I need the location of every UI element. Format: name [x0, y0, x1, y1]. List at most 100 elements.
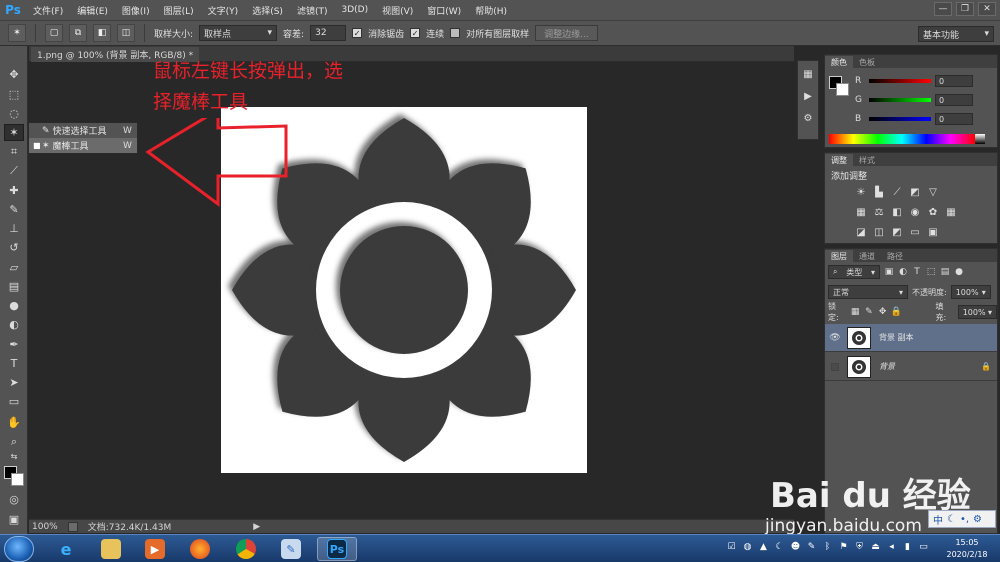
contiguous-checkbox[interactable]: ✓ — [410, 28, 421, 38]
path-selection-tool-icon[interactable]: ➤ — [4, 374, 24, 391]
red-value-input[interactable]: 0 — [935, 75, 973, 87]
menu-help[interactable]: 帮助(H) — [468, 4, 514, 17]
lock-position-icon[interactable]: ✥ — [878, 306, 888, 318]
curves-icon[interactable]: ⟋ — [891, 187, 903, 198]
add-selection-icon[interactable]: ⧉ — [69, 24, 87, 42]
restore-button[interactable]: ❐ — [956, 2, 974, 16]
color-panel-background-swatch[interactable] — [836, 83, 849, 96]
background-color-swatch[interactable] — [11, 473, 24, 486]
tools-icon[interactable]: ✎ — [806, 541, 817, 552]
punctuation-icon[interactable]: •, — [960, 514, 969, 525]
gear-icon[interactable]: ⚙ — [973, 514, 982, 525]
taskbar-ie[interactable]: e — [46, 537, 86, 561]
layer-row-background[interactable]: 背景 🔒 — [825, 353, 997, 381]
menu-select[interactable]: 选择(S) — [245, 4, 290, 17]
blend-mode-select[interactable]: 正常 ▾ — [828, 285, 908, 299]
brush-tool-icon[interactable]: ✎ — [4, 201, 24, 218]
menu-filter[interactable]: 滤镜(T) — [290, 4, 335, 17]
volume-icon[interactable]: ◂ — [886, 541, 897, 552]
network-icon[interactable]: ▮ — [902, 541, 913, 552]
menu-file[interactable]: 文件(F) — [26, 4, 70, 17]
tab-channels[interactable]: 通道 — [853, 250, 881, 262]
color-spectrum[interactable] — [829, 134, 975, 144]
subtract-selection-icon[interactable]: ◧ — [93, 24, 111, 42]
filter-toggle-icon[interactable]: ● — [954, 266, 964, 278]
taskbar-clock[interactable]: 15:05 2020/2/18 — [938, 537, 996, 561]
chevron-up-icon[interactable]: ▲ — [758, 541, 769, 552]
moon-icon[interactable]: ☾ — [947, 514, 956, 525]
clone-stamp-tool-icon[interactable]: ⊥ — [4, 220, 24, 237]
sample-size-select[interactable]: 取样点 ▾ — [199, 25, 278, 41]
filter-type-icon[interactable]: T — [912, 266, 922, 278]
workspace-select[interactable]: 基本功能 ▾ — [918, 26, 994, 42]
rectangle-tool-icon[interactable]: ▭ — [4, 393, 24, 410]
healing-brush-tool-icon[interactable]: ✚ — [4, 182, 24, 199]
new-selection-icon[interactable]: ▢ — [45, 24, 63, 42]
levels-icon[interactable]: ▙ — [873, 187, 885, 198]
quick-mask-icon[interactable]: ◎ — [4, 491, 24, 508]
green-slider[interactable] — [869, 98, 931, 102]
eye-icon[interactable]: 👁 — [825, 333, 845, 343]
lock-transparent-icon[interactable]: ▦ — [850, 306, 860, 318]
blue-value-input[interactable]: 0 — [935, 113, 973, 125]
move-tool-icon[interactable]: ✥ — [4, 66, 24, 83]
blue-slider[interactable] — [869, 117, 931, 121]
menu-3d[interactable]: 3D(D) — [334, 5, 375, 15]
history-brush-tool-icon[interactable]: ↺ — [4, 239, 24, 256]
history-panel-icon[interactable]: ▦ — [798, 65, 818, 83]
export-icon[interactable] — [67, 521, 78, 532]
tab-layers[interactable]: 图层 — [825, 250, 853, 262]
refine-edge-button[interactable]: 调整边缘... — [535, 25, 598, 41]
minimize-button[interactable]: — — [934, 2, 952, 16]
close-button[interactable]: ✕ — [978, 2, 996, 16]
threshold-icon[interactable]: ◩ — [891, 227, 903, 238]
status-menu-arrow-icon[interactable]: ▶ — [253, 522, 260, 532]
lock-pixels-icon[interactable]: ✎ — [864, 306, 874, 318]
dodge-tool-icon[interactable]: ◐ — [4, 316, 24, 333]
user-icon[interactable]: ☻ — [790, 541, 801, 552]
sample-all-checkbox[interactable] — [450, 28, 461, 38]
pen-tool-icon[interactable]: ✒ — [4, 336, 24, 353]
ime-mode[interactable]: 中 — [933, 512, 943, 527]
tolerance-input[interactable]: 32 — [310, 25, 347, 41]
lasso-tool-icon[interactable]: ◌ — [4, 105, 24, 122]
tab-color[interactable]: 颜色 — [825, 56, 853, 68]
filter-adjustment-icon[interactable]: ◐ — [898, 266, 908, 278]
gradient-map-icon[interactable]: ▭ — [909, 227, 921, 238]
flag-icon[interactable]: ⚑ — [838, 541, 849, 552]
usb-icon[interactable]: ⏏ — [870, 541, 881, 552]
lang-icon[interactable]: ◍ — [742, 541, 753, 552]
taskbar-paint[interactable]: ✎ — [271, 537, 311, 561]
taskbar-media-player[interactable]: ▶ — [135, 537, 175, 561]
quick-selection-tool-item[interactable]: ✎ 快速选择工具 W — [29, 123, 137, 138]
marquee-tool-icon[interactable]: ⬚ — [4, 86, 24, 103]
eyedropper-tool-icon[interactable]: ⟋ — [4, 162, 24, 179]
opacity-input[interactable]: 100% ▾ — [950, 285, 991, 299]
tab-adjustments[interactable]: 调整 — [825, 154, 853, 166]
bluetooth-icon[interactable]: ᛒ — [822, 541, 833, 552]
filter-smart-object-icon[interactable]: ▤ — [940, 266, 950, 278]
blur-tool-icon[interactable]: ● — [4, 297, 24, 314]
magic-wand-tool-item[interactable]: ■ ✶ 魔棒工具 W — [29, 138, 137, 153]
magic-wand-tool-icon[interactable]: ✶ — [4, 124, 24, 141]
layer-row-background-copy[interactable]: 👁 背景 副本 — [825, 324, 997, 352]
menu-edit[interactable]: 编辑(E) — [70, 4, 115, 17]
start-button[interactable] — [4, 536, 34, 562]
shield-icon[interactable]: ⛨ — [854, 541, 865, 552]
actions-play-icon[interactable]: ▶ — [798, 87, 818, 105]
lock-all-icon[interactable]: 🔒 — [891, 306, 902, 318]
vibrance-icon[interactable]: ▽ — [927, 187, 939, 198]
menu-window[interactable]: 窗口(W) — [420, 4, 468, 17]
hue-saturation-icon[interactable]: ▦ — [855, 207, 867, 218]
filter-shape-icon[interactable]: ⬚ — [926, 266, 936, 278]
menu-type[interactable]: 文字(Y) — [201, 4, 246, 17]
tab-styles[interactable]: 样式 — [853, 154, 881, 166]
properties-panel-icon[interactable]: ⚙ — [798, 109, 818, 127]
fill-input[interactable]: 100% ▾ — [957, 305, 997, 319]
color-balance-icon[interactable]: ⚖ — [873, 207, 885, 218]
layer-filter-select[interactable]: ⌕ 类型 ▾ — [828, 265, 880, 279]
tab-paths[interactable]: 路径 — [881, 250, 909, 262]
menu-view[interactable]: 视图(V) — [375, 4, 420, 17]
screen-mode-icon[interactable]: ▣ — [4, 511, 24, 528]
tab-swatches[interactable]: 色板 — [853, 56, 881, 68]
